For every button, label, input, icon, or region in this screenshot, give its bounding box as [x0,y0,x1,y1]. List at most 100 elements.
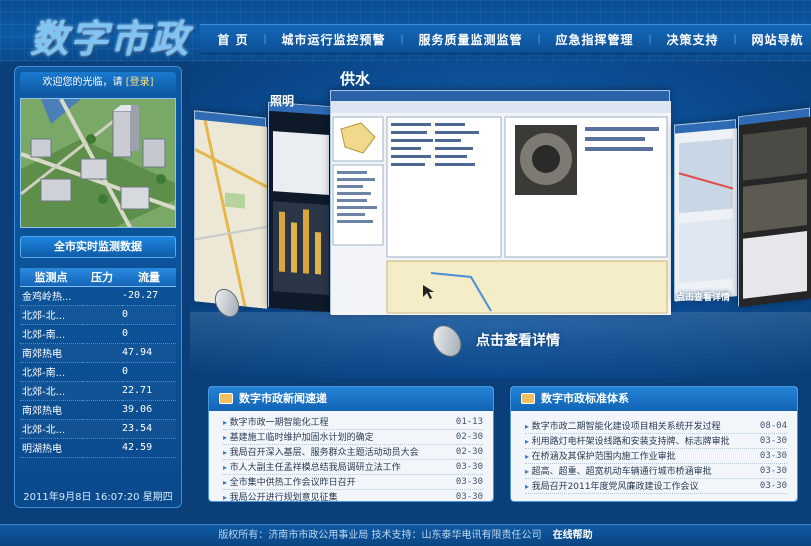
realtime-monitor-table: 监测点 压力 流量 金鸡岭热... -20.27 北郊-北... 0 北郊-南.… [20,268,176,458]
site-logo[interactable]: 数字市政 [30,8,190,62]
cell-flow: 22.71 [122,381,176,401]
column-header-monitor-point: 监测点 [20,268,82,287]
cell-pressure [82,286,122,306]
cell-pressure [82,324,122,344]
standards-box: 数字市政标准体系 数字市政二期智能化建设项目相关系统开发过程 08-04 利用路灯… [510,386,798,502]
table-row[interactable]: 北郊-北... 0 [20,305,176,325]
cell-pressure [82,438,122,458]
carousel-panel-lighting[interactable] [268,101,333,313]
nav-service-quality[interactable]: 服务质量监测监管 [419,31,523,48]
carousel-panel-left-far[interactable] [194,110,267,309]
cell-monitor-point: 北郊-南... [20,362,82,382]
standard-date: 03-30 [759,451,787,461]
table-row[interactable]: 北郊-北... 23.54 [20,419,176,439]
water-supply-label: 供水 [340,70,371,88]
carousel-panel-right-far[interactable] [738,107,811,308]
carousel-panel-water-supply[interactable] [330,90,671,315]
cell-pressure [82,400,122,420]
news-date: 01-13 [455,417,483,427]
left-sidebar: 欢迎您的光临，请 [登录] 全市实时监测数据 监测点 压力 流量 金鸡岭热...… [14,66,182,508]
cell-flow: 23.54 [122,419,176,439]
table-row[interactable]: 北郊-南... 0 [20,362,176,382]
realtime-monitor-title: 全市实时监测数据 [20,236,176,258]
standards-title: 数字市政标准体系 [541,392,629,405]
system-showcase-carousel[interactable]: 照明 供水 点击查看详情 点击查看详情 [190,62,811,378]
list-item[interactable]: 在桥涵及其保护范围内施工作业审批 03-30 [525,449,787,464]
login-link[interactable]: [登录] [126,77,154,88]
news-date: 03-30 [455,492,483,502]
standard-date: 08-04 [759,421,787,431]
table-row[interactable]: 明湖热电 42.59 [20,438,176,458]
carousel-panel-right-near[interactable] [674,119,737,302]
news-title: 我局公开进行规划意见征集 [223,490,338,501]
nav-separator: | [733,33,737,45]
standard-date: 03-30 [759,481,787,491]
list-item[interactable]: 基建施工临时维护加固水计划的确定 02-30 [223,430,483,445]
cell-flow: 39.06 [122,400,176,420]
cell-flow: 47.94 [122,343,176,363]
online-help-link[interactable]: 在线帮助 [553,530,593,541]
cell-pressure [82,419,122,439]
nav-emergency[interactable]: 应急指挥管理 [556,31,634,48]
view-details-link[interactable]: 点击查看详情 [476,330,560,350]
map-thumbnail [195,119,267,309]
news-title: 我局召开深入基层、服务群众主题活动动员大会 [223,445,419,459]
footer: 版权所有：济南市市政公用事业局 技术支持：山东泰华电讯有限责任公司 在线帮助 [0,524,811,546]
nav-home[interactable]: 首 页 [217,31,248,48]
list-item[interactable]: 数字市政二期智能化建设项目相关系统开发过程 08-04 [525,419,787,434]
news-date: 02-30 [455,432,483,442]
cell-monitor-point: 北郊-北... [20,381,82,401]
cell-monitor-point: 南郊热电 [20,343,82,363]
cell-monitor-point: 南郊热电 [20,400,82,420]
main-nav: 首 页 | 城市运行监控预警 | 服务质量监测监管 | 应急指挥管理 | 决策支… [200,24,811,54]
standard-title: 超高、超重、超宽机动车辆通行城市桥涵审批 [525,464,712,478]
news-title: 全市集中供热工作会议昨日召开 [223,475,356,489]
nav-city-monitoring[interactable]: 城市运行监控预警 [282,31,386,48]
news-title: 市人大副主任孟祥模总结我局调研立法工作 [223,460,401,474]
nav-separator: | [648,33,652,45]
list-item[interactable]: 市人大副主任孟祥模总结我局调研立法工作 03-30 [223,460,483,475]
news-digest-header: 数字市政新闻速递 [209,387,493,411]
cell-monitor-point: 北郊-北... [20,419,82,439]
city-3d-map[interactable] [20,98,176,228]
cell-flow: 0 [122,305,176,325]
column-header-flow: 流量 [122,268,176,287]
cell-pressure [82,362,122,382]
news-date: 02-30 [455,447,483,457]
lighting-thumbnail [269,110,333,313]
nav-site-map[interactable]: 网站导航 [751,31,803,48]
nav-decision-support[interactable]: 决策支持 [667,31,719,48]
current-datetime: 2011年9月8日 16:07:20 星期四 [23,492,173,503]
table-row[interactable]: 北郊-北... 22.71 [20,381,176,401]
map-thumbnail [675,128,737,302]
cell-pressure [82,381,122,401]
list-item[interactable]: 我局召开2011年度党风廉政建设工作会议 03-30 [525,479,787,494]
standards-list: 数字市政二期智能化建设项目相关系统开发过程 08-04 利用路灯电杆架设线路和安装… [511,411,797,494]
lighting-label: 照明 [270,94,295,108]
list-item[interactable]: 我局公开进行规划意见征集 03-30 [223,490,483,502]
side-view-details-link[interactable]: 点击查看详情 [676,290,730,303]
monitor-icon [521,393,535,404]
list-item[interactable]: 数字市政一期智能化工程 01-13 [223,415,483,430]
monitor-icon [219,393,233,404]
news-title: 数字市政一期智能化工程 [223,415,329,429]
standard-date: 03-30 [759,436,787,446]
cell-monitor-point: 北郊-北... [20,305,82,325]
city-3d-map-illustration [21,99,175,227]
list-item[interactable]: 我局召开深入基层、服务群众主题活动动员大会 02-30 [223,445,483,460]
table-row[interactable]: 金鸡岭热... -20.27 [20,286,176,306]
nav-separator: | [263,33,267,45]
water-supply-screenshot [331,101,671,315]
nav-separator: | [400,33,404,45]
welcome-bar: 欢迎您的光临，请 [登录] [20,72,176,94]
news-date: 03-30 [455,477,483,487]
table-row[interactable]: 南郊热电 39.06 [20,400,176,420]
list-item[interactable]: 利用路灯电杆架设线路和安装支持牌、标志牌审批 03-30 [525,434,787,449]
table-row[interactable]: 北郊-南... 0 [20,324,176,344]
table-row[interactable]: 南郊热电 47.94 [20,343,176,363]
cell-flow: 0 [122,362,176,382]
list-item[interactable]: 全市集中供热工作会议昨日召开 03-30 [223,475,483,490]
cell-flow: 0 [122,324,176,344]
list-item[interactable]: 超高、超重、超宽机动车辆通行城市桥涵审批 03-30 [525,464,787,479]
news-title: 基建施工临时维护加固水计划的确定 [223,430,374,444]
